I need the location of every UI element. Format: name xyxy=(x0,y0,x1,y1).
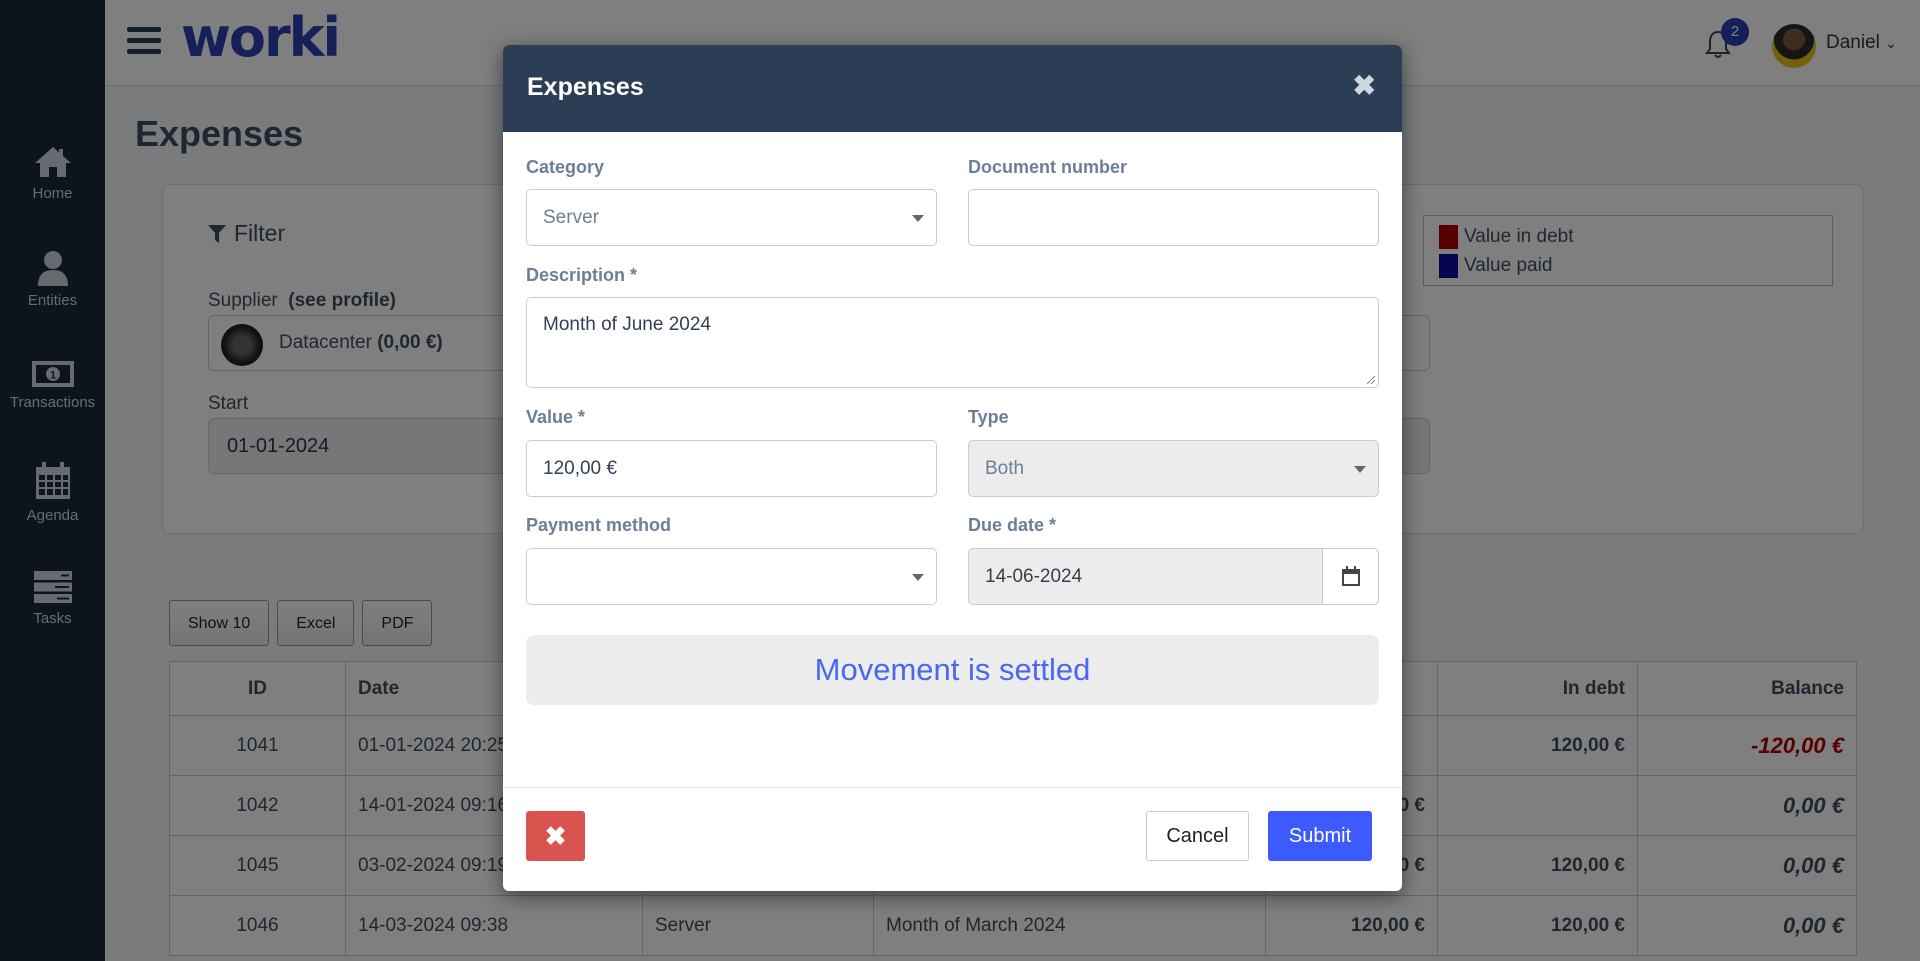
due-date-input[interactable]: 14-06-2024 xyxy=(968,548,1379,605)
document-number-label: Document number xyxy=(968,157,1128,177)
expense-modal: Expenses ✖ Category Server Document numb… xyxy=(503,45,1402,891)
modal-footer-divider xyxy=(503,787,1402,788)
description-textarea[interactable]: Month of June 2024 xyxy=(526,297,1379,388)
description-value: Month of June 2024 xyxy=(543,314,711,335)
type-value: Both xyxy=(985,458,1025,479)
due-date-label: Due date * xyxy=(968,515,1057,535)
resize-handle-icon[interactable] xyxy=(1366,375,1376,385)
caret-down-icon xyxy=(912,215,924,222)
value-label: Value * xyxy=(526,407,586,427)
category-label: Category xyxy=(526,157,605,177)
payment-method-label: Payment method xyxy=(526,515,672,535)
value-input[interactable]: 120,00 € xyxy=(526,440,937,497)
cancel-button[interactable]: Cancel xyxy=(1146,811,1249,861)
description-label: Description * xyxy=(526,265,638,285)
submit-button[interactable]: Submit xyxy=(1268,811,1372,861)
type-label: Type xyxy=(968,407,1009,427)
caret-down-icon xyxy=(912,574,924,581)
type-select[interactable]: Both xyxy=(968,440,1379,497)
category-value: Server xyxy=(543,207,599,228)
document-number-input[interactable] xyxy=(968,189,1379,246)
category-select[interactable]: Server xyxy=(526,189,937,246)
delete-button[interactable]: ✖ xyxy=(526,811,585,861)
date-picker-button[interactable] xyxy=(1322,549,1378,604)
payment-method-select[interactable] xyxy=(526,548,937,605)
settled-status: Movement is settled xyxy=(526,635,1379,705)
modal-header: Expenses ✖ xyxy=(503,45,1402,132)
due-date-value: 14-06-2024 xyxy=(985,566,1083,587)
modal-title: Expenses xyxy=(527,73,644,101)
caret-down-icon xyxy=(1354,466,1366,473)
close-icon[interactable]: ✖ xyxy=(1353,69,1376,102)
calendar-icon xyxy=(1342,566,1360,586)
